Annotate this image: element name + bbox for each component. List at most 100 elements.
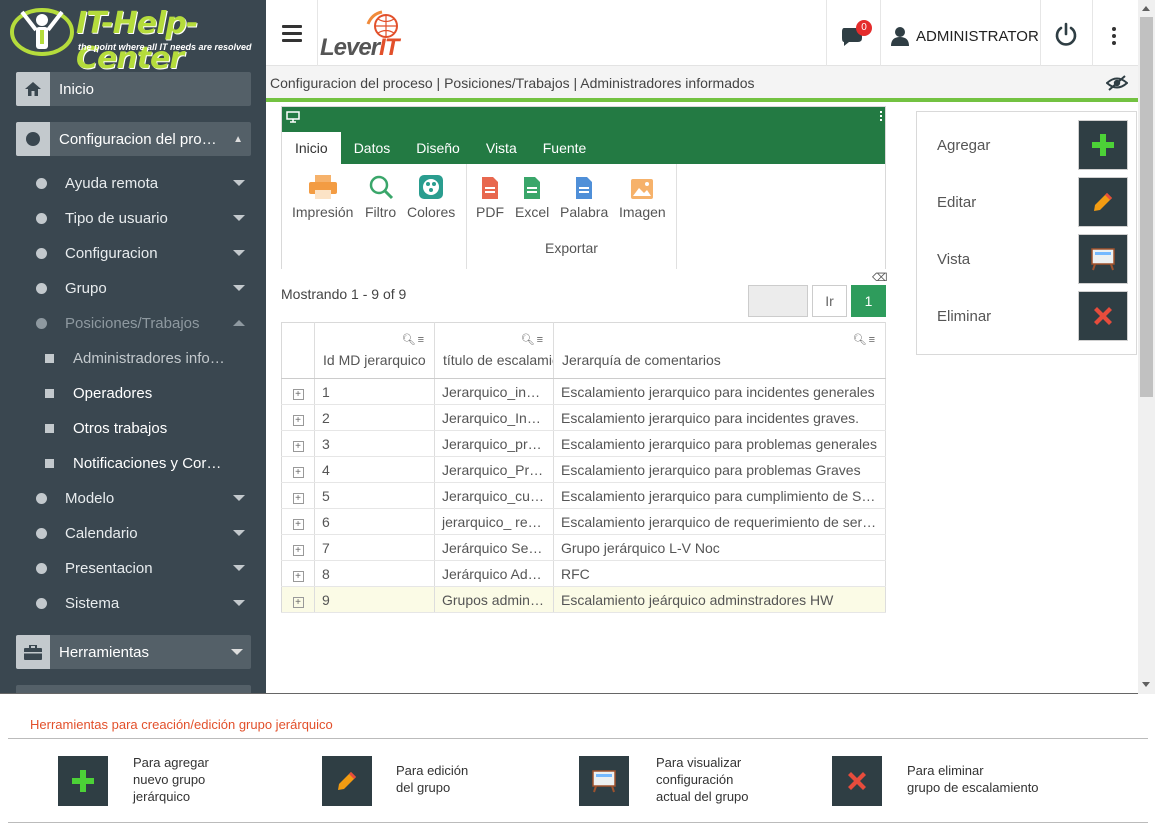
search-menu-icon[interactable]: 🔍︎≡ — [402, 333, 426, 346]
sidebar-item-config[interactable]: Configuracion del proceso ▲ — [16, 122, 251, 156]
tool-label: PDF — [476, 204, 504, 220]
showing-count: Mostrando 1 - 9 of 9 — [281, 286, 407, 302]
tab-inicio[interactable]: Inicio — [282, 132, 341, 164]
expand-row-icon[interactable]: + — [281, 586, 315, 613]
expand-row-icon[interactable]: + — [281, 508, 315, 535]
cell-id: 8 — [314, 560, 435, 587]
col-header-comments[interactable]: 🔍︎≡ Jerarquía de comentarios — [553, 322, 886, 379]
search-menu-icon[interactable]: 🔍︎≡ — [853, 333, 877, 346]
table-row[interactable]: +9Grupos administradoresEscalamiento jeá… — [281, 586, 886, 613]
image-icon — [631, 179, 654, 199]
sidebar-sub-label: Modelo — [65, 489, 115, 507]
tool-label: Colores — [407, 204, 456, 220]
print-button[interactable]: Impresión — [292, 172, 353, 220]
monitor-icon[interactable] — [286, 111, 300, 123]
notification-badge: 0 — [856, 20, 872, 36]
sidebar-sub-presentacion[interactable]: Presentacion — [36, 553, 251, 583]
table-row[interactable]: +4Jerarquico_Problemas gravesEscalamient… — [281, 456, 886, 483]
expand-row-icon[interactable]: + — [281, 560, 315, 587]
vertical-scrollbar[interactable] — [1138, 0, 1155, 694]
tab-datos[interactable]: Datos — [341, 132, 404, 164]
ribbon-menu-icon[interactable] — [880, 111, 883, 123]
legend-delete-icon — [832, 756, 882, 806]
scroll-thumb[interactable] — [1140, 17, 1153, 397]
sidebar-sub-posiciones[interactable]: Posiciones/Trabajos — [36, 308, 251, 338]
cell-id: 3 — [314, 430, 435, 457]
tab-vista[interactable]: Vista — [473, 132, 530, 164]
brand-logo[interactable]: IT-Help-Center the point where all IT ne… — [10, 6, 258, 76]
user-menu[interactable]: ADMINISTRATOR — [890, 26, 1039, 46]
expand-row-icon[interactable]: + — [281, 482, 315, 509]
legend-divider — [8, 738, 1148, 739]
sidebar-sub2-operadores[interactable]: Operadores — [45, 378, 235, 408]
bullet-icon — [36, 317, 47, 329]
sidebar-sub2-notificaciones[interactable]: Notificaciones y Correos — [45, 448, 235, 478]
table-row[interactable]: +3Jerarquico_problemasEscalamiento jerar… — [281, 430, 886, 457]
page-1-button[interactable]: 1 — [851, 285, 886, 317]
filter-button[interactable]: Filtro — [365, 172, 396, 220]
chevron-down-icon — [233, 530, 245, 536]
sidebar-sub2-otros[interactable]: Otros trabajos — [45, 413, 235, 443]
sidebar-sub-grupo[interactable]: Grupo — [36, 273, 251, 303]
col-header-title[interactable]: 🔍︎≡título de escalamiento — [434, 322, 554, 379]
close-toolbar-icon[interactable]: ⌫ — [872, 271, 888, 284]
expand-col-header — [281, 322, 315, 379]
expand-row-icon[interactable]: + — [281, 378, 315, 405]
expand-row-icon[interactable]: + — [281, 430, 315, 457]
expand-row-icon[interactable]: + — [281, 534, 315, 561]
sidebar-sub2-administradores[interactable]: Administradores informados — [45, 343, 235, 373]
excel-button[interactable]: Excel — [515, 172, 549, 220]
page-input[interactable] — [748, 285, 808, 317]
scroll-up-icon[interactable] — [1142, 6, 1150, 11]
more-options-icon[interactable] — [1112, 27, 1116, 48]
colors-button[interactable]: Colores — [407, 172, 455, 220]
sidebar-sub-modelo[interactable]: Modelo — [36, 483, 251, 513]
col-header-id[interactable]: 🔍︎≡ Id MD jerarquico — [314, 322, 435, 379]
cell-id: 9 — [314, 586, 435, 613]
printer-icon — [308, 175, 337, 199]
legend-add-icon — [58, 756, 108, 806]
delete-label: Eliminar — [937, 308, 992, 325]
table-row[interactable]: +1Jerarquico_incidentesEscalamiento jera… — [281, 378, 886, 405]
expand-row-icon[interactable]: + — [281, 404, 315, 431]
search-menu-icon[interactable]: 🔍︎≡ — [521, 333, 545, 346]
hide-eye-icon[interactable] — [1106, 74, 1128, 92]
go-button[interactable]: Ir — [812, 285, 847, 317]
chevron-down-icon — [233, 495, 245, 501]
word-button[interactable]: Palabra — [560, 172, 608, 220]
tab-diseno[interactable]: Diseño — [403, 132, 473, 164]
sidebar-item-partial[interactable] — [16, 685, 251, 693]
image-button[interactable]: Imagen — [619, 172, 666, 220]
pdf-button[interactable]: PDF — [476, 172, 504, 220]
breadcrumb-text: Configuracion del proceso | Posiciones/T… — [270, 75, 755, 91]
sidebar-sub-ayuda[interactable]: Ayuda remota — [36, 168, 251, 198]
cell-title: Jerarquico_problemas — [434, 430, 554, 457]
delete-button[interactable] — [1078, 291, 1128, 341]
hamburger-menu-icon[interactable] — [282, 25, 302, 46]
tab-fuente[interactable]: Fuente — [530, 132, 600, 164]
edit-button[interactable] — [1078, 177, 1128, 227]
sidebar-sub-label: Calendario — [65, 524, 138, 542]
sidebar-sub-calendario[interactable]: Calendario — [36, 518, 251, 548]
sidebar-item-herramientas[interactable]: Herramientas — [16, 635, 251, 669]
sidebar-sub-sistema[interactable]: Sistema — [36, 588, 251, 618]
table-row[interactable]: +8Jerárquico AdministradoresRFC — [281, 560, 886, 587]
sidebar-sub-tipo-usuario[interactable]: Tipo de usuario — [36, 203, 251, 233]
cell-comments: RFC — [553, 560, 886, 587]
bullet-icon — [36, 527, 47, 539]
add-button[interactable] — [1078, 120, 1128, 170]
view-button[interactable] — [1078, 234, 1128, 284]
chevron-down-icon — [233, 250, 245, 256]
view-label: Vista — [937, 251, 971, 268]
sidebar-item-inicio[interactable]: Inicio — [16, 72, 251, 106]
table-row[interactable]: +2Jerarquico_Incidentes gravesEscalamien… — [281, 404, 886, 431]
sidebar-sub-configuracion[interactable]: Configuracion — [36, 238, 251, 268]
scroll-down-icon[interactable] — [1142, 682, 1150, 687]
table-row[interactable]: +5Jerarquico_cumplimientoEscalamiento je… — [281, 482, 886, 509]
power-icon[interactable] — [1053, 22, 1079, 48]
table-row[interactable]: +7Jerárquico ServiciosGrupo jerárquico L… — [281, 534, 886, 561]
sidebar: IT-Help-Center the point where all IT ne… — [0, 0, 266, 693]
table-row[interactable]: +6jerarquico_ requerimientoEscalamiento … — [281, 508, 886, 535]
bullet-icon — [36, 282, 47, 294]
expand-row-icon[interactable]: + — [281, 456, 315, 483]
